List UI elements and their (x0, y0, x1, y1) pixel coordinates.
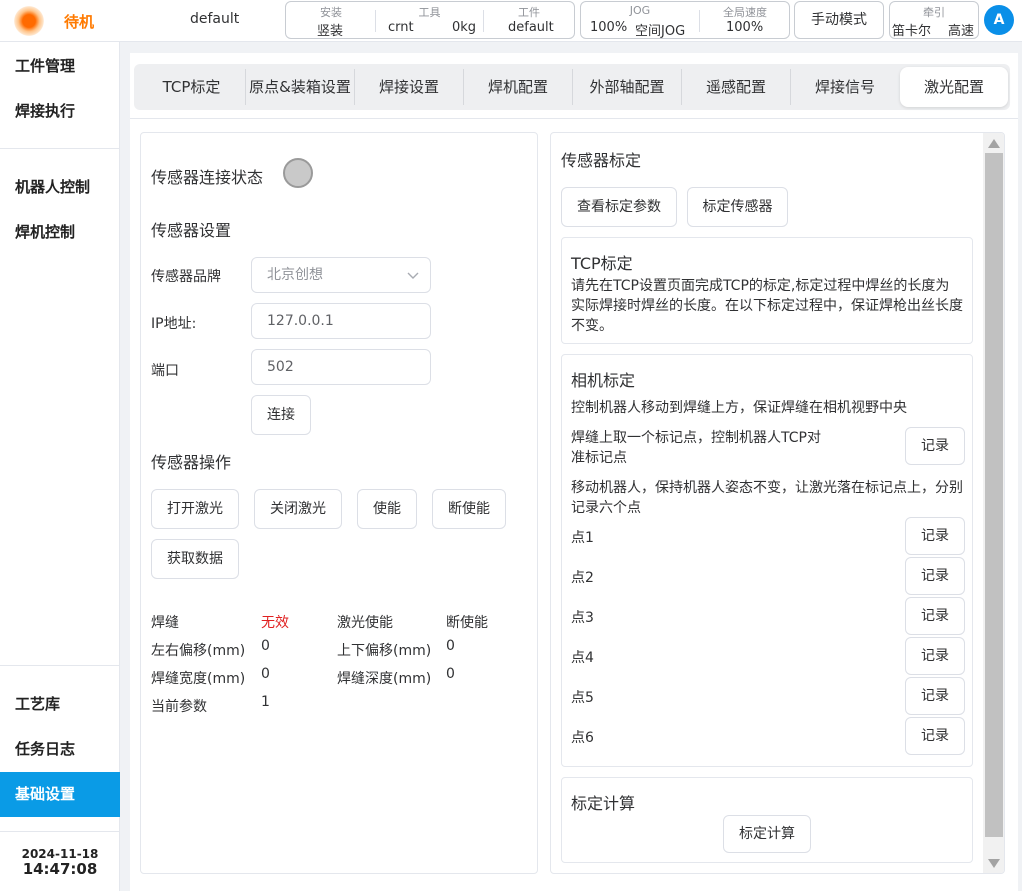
record-point-4-button[interactable]: 记录 (905, 637, 965, 675)
laser-off-button[interactable]: 关闭激光 (254, 489, 342, 529)
connect-button[interactable]: 连接 (251, 395, 311, 435)
tab-external-axis[interactable]: 外部轴配置 (573, 67, 681, 107)
sidebar: 工件管理 焊接执行 机器人控制 焊机控制 工艺库 任务日志 基础设置 2024-… (0, 42, 120, 891)
get-data-button[interactable]: 获取数据 (151, 539, 239, 579)
brand-select[interactable]: 北京创想 (251, 257, 431, 293)
install-cell[interactable]: 安装 竖装 (286, 2, 376, 39)
point-4-label: 点4 (571, 650, 594, 666)
camera-card-title: 相机标定 (571, 371, 636, 390)
global-speed-cell[interactable]: 全局速度 100% (700, 2, 790, 38)
seam-width-label: 焊缝宽度(mm) (151, 671, 246, 687)
laser-on-button[interactable]: 打开激光 (151, 489, 239, 529)
system-date: 2024-11-18 (21, 847, 99, 861)
tab-weld-settings[interactable]: 焊接设置 (355, 67, 463, 107)
point-2-label: 点2 (571, 570, 594, 586)
tab-remote-sensing[interactable]: 遥感配置 (682, 67, 790, 107)
sidebar-item-basic-settings[interactable]: 基础设置 (0, 772, 120, 817)
port-input[interactable]: 502 (251, 349, 431, 385)
top-bar: 待机 default 安装 竖装 工具 crnt 0kg 工件 default … (0, 0, 1022, 42)
tab-weld-signal[interactable]: 焊接信号 (791, 67, 899, 107)
tcp-card-title: TCP标定 (571, 254, 633, 273)
brand-label: 传感器品牌 (151, 269, 221, 285)
calibrate-sensor-button[interactable]: 标定传感器 (687, 187, 788, 227)
chevron-down-icon (407, 272, 419, 279)
calibration-title: 传感器标定 (561, 151, 642, 170)
settings-tabs: TCP标定 原点&装箱设置 焊接设置 焊机配置 外部轴配置 遥感配置 焊接信号 … (134, 64, 1010, 110)
view-calib-params-button[interactable]: 查看标定参数 (561, 187, 677, 227)
traction-box[interactable]: 牵引 笛卡尔 高速 (889, 1, 979, 39)
program-name[interactable]: default (190, 11, 239, 27)
record-point-5-button[interactable]: 记录 (905, 677, 965, 715)
tab-laser-config[interactable]: 激光配置 (900, 67, 1008, 107)
point-3-label: 点3 (571, 610, 594, 626)
seam-value: 无效 (261, 615, 289, 631)
record-point-2-button[interactable]: 记录 (905, 557, 965, 595)
record-point-1-button[interactable]: 记录 (905, 517, 965, 555)
sidebar-item-task-log[interactable]: 任务日志 (0, 727, 120, 772)
seam-depth-value: 0 (446, 666, 455, 682)
sidebar-item-welder-control[interactable]: 焊机控制 (0, 210, 120, 255)
sidebar-item-robot-control[interactable]: 机器人控制 (0, 165, 120, 210)
tool-cell[interactable]: 工具 crnt 0kg (376, 2, 483, 38)
jog-cell[interactable]: JOG 100% 空间JOG (581, 2, 699, 39)
ip-label: IP地址: (151, 316, 197, 332)
workpiece-cell[interactable]: 工件 default (484, 2, 574, 38)
point-6-label: 点6 (571, 730, 594, 746)
manual-mode-button[interactable]: 手动模式 (794, 1, 884, 39)
sidebar-item-workpiece-management[interactable]: 工件管理 (0, 44, 120, 89)
calc-card-title: 标定计算 (571, 794, 636, 813)
scroll-down-icon[interactable] (988, 859, 1000, 868)
point-1-label: 点1 (571, 530, 594, 546)
seam-depth-label: 焊缝深度(mm) (337, 671, 432, 687)
tcp-calibration-card: TCP标定 请先在TCP设置页面完成TCP的标定,标定过程中焊丝的长度为 实际焊… (561, 237, 973, 344)
connection-status-led (283, 158, 313, 188)
sidebar-item-process-library[interactable]: 工艺库 (0, 682, 120, 727)
tab-tcp-calibration[interactable]: TCP标定 (138, 67, 245, 107)
record-point-6-button[interactable]: 记录 (905, 717, 965, 755)
sensor-panel: 传感器连接状态 传感器设置 传感器品牌 北京创想 IP地址: 127.0.0.1… (140, 132, 538, 874)
camera-calibration-card: 相机标定 控制机器人移动到焊缝上方，保证焊缝在相机视野中央 焊缝上取一个标记点，… (561, 354, 973, 767)
record-point-3-button[interactable]: 记录 (905, 597, 965, 635)
ud-offset-label: 上下偏移(mm) (337, 643, 432, 659)
ip-input[interactable]: 127.0.0.1 (251, 303, 431, 339)
calibration-calc-button[interactable]: 标定计算 (723, 815, 811, 853)
robot-status: 待机 (64, 13, 95, 31)
seam-label: 焊缝 (151, 615, 179, 631)
install-tool-workpiece-box[interactable]: 安装 竖装 工具 crnt 0kg 工件 default (285, 1, 575, 39)
scroll-thumb[interactable] (985, 153, 1003, 837)
current-param-label: 当前参数 (151, 699, 207, 715)
disable-button[interactable]: 断使能 (432, 489, 506, 529)
tab-welder-config[interactable]: 焊机配置 (464, 67, 572, 107)
conn-status-label: 传感器连接状态 (151, 168, 264, 187)
current-param-value: 1 (261, 694, 270, 710)
lr-offset-value: 0 (261, 638, 270, 654)
seam-width-value: 0 (261, 666, 270, 682)
tab-origin-packing[interactable]: 原点&装箱设置 (246, 67, 354, 107)
system-time: 14:47:08 (22, 860, 98, 878)
sidebar-item-weld-execution[interactable]: 焊接执行 (0, 89, 120, 134)
calibration-calc-card: 标定计算 标定计算 (561, 777, 973, 863)
user-avatar[interactable]: A (984, 5, 1014, 35)
record-mark-button[interactable]: 记录 (905, 427, 965, 465)
calibration-panel: 传感器标定 查看标定参数 标定传感器 TCP标定 请先在TCP设置页面完成TCP… (550, 132, 1005, 874)
sensor-ops-title: 传感器操作 (151, 453, 232, 472)
scrollbar[interactable] (983, 133, 1004, 873)
point-5-label: 点5 (571, 690, 594, 706)
laser-enable-label: 激光使能 (337, 615, 393, 631)
jog-speed-box[interactable]: JOG 100% 空间JOG 全局速度 100% (580, 1, 790, 39)
port-label: 端口 (151, 363, 179, 379)
sensor-settings-title: 传感器设置 (151, 221, 232, 240)
laser-enable-value: 断使能 (446, 615, 488, 631)
lr-offset-label: 左右偏移(mm) (151, 643, 246, 659)
status-indicator-icon (14, 6, 44, 36)
main-content: TCP标定 原点&装箱设置 焊接设置 焊机配置 外部轴配置 遥感配置 焊接信号 … (130, 53, 1018, 891)
ud-offset-value: 0 (446, 638, 455, 654)
enable-button[interactable]: 使能 (357, 489, 417, 529)
scroll-up-icon[interactable] (988, 139, 1000, 148)
